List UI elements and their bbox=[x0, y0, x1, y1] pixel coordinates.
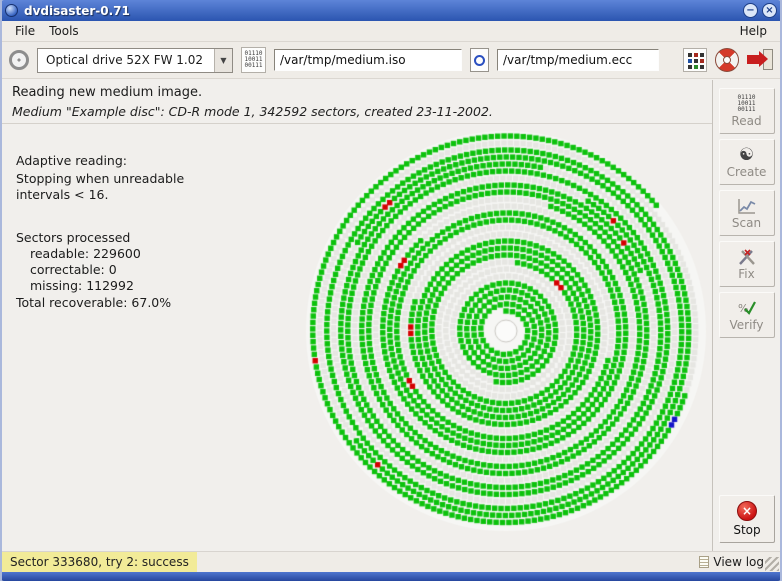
create-label: Create bbox=[726, 164, 767, 179]
ecc-pen-icon bbox=[474, 55, 485, 66]
resize-grip[interactable] bbox=[765, 557, 779, 571]
verify-label: Verify bbox=[729, 317, 764, 332]
scan-button[interactable]: Scan bbox=[718, 190, 775, 236]
minimize-button[interactable]: − bbox=[743, 3, 758, 18]
create-button[interactable]: ☯ Create bbox=[718, 139, 775, 185]
quit-button[interactable] bbox=[747, 48, 773, 72]
medium-info: Medium "Example disc": CD-R mode 1, 3425… bbox=[12, 104, 493, 119]
readable-value: readable: 229600 bbox=[30, 246, 141, 261]
svg-text:%: % bbox=[738, 302, 748, 315]
stop-label: Stop bbox=[733, 523, 761, 537]
image-file-icon: 01110 10011 00111 bbox=[241, 47, 266, 73]
preferences-button[interactable] bbox=[683, 48, 707, 72]
total-recoverable-value: Total recoverable: 67.0% bbox=[16, 295, 172, 310]
adaptive-reading-label: Adaptive reading: bbox=[16, 153, 127, 168]
menu-help[interactable]: Help bbox=[733, 22, 774, 40]
titlebar[interactable]: dvdisaster-0.71 − × bbox=[2, 0, 780, 21]
window-frame-bottom bbox=[2, 572, 780, 581]
image-file-input[interactable] bbox=[274, 49, 462, 71]
stop-button[interactable]: × Stop bbox=[719, 495, 775, 543]
tools-icon bbox=[738, 248, 755, 265]
binary-row: 00111 bbox=[737, 105, 756, 113]
statusbar: Sector 333680, try 2: success View log bbox=[2, 551, 780, 572]
page-title: Reading new medium image. bbox=[12, 85, 203, 100]
menu-file[interactable]: File bbox=[8, 22, 42, 40]
drive-icon bbox=[9, 50, 29, 70]
ecc-file-input[interactable] bbox=[497, 49, 659, 71]
toolbar: Optical drive 52X FW 1.02 ▼ 01110 10011 … bbox=[2, 42, 780, 79]
sectors-processed-label: Sectors processed bbox=[16, 230, 131, 245]
fix-label: Fix bbox=[738, 266, 755, 281]
status-message: Sector 333680, try 2: success bbox=[2, 552, 197, 572]
correctable-value: correctable: 0 bbox=[30, 262, 117, 277]
binary-icon: 01110 10011 00111 bbox=[737, 94, 756, 113]
main-area: Adaptive reading: Stopping when unreadab… bbox=[2, 125, 712, 551]
ecc-file-icon bbox=[470, 48, 489, 72]
window: dvdisaster-0.71 − × File Tools Help Opti… bbox=[0, 0, 782, 581]
read-button[interactable]: 01110 10011 00111 Read bbox=[718, 88, 775, 134]
stop-icon: × bbox=[737, 501, 757, 521]
exit-arrow-icon bbox=[747, 51, 768, 67]
chevron-down-icon[interactable]: ▼ bbox=[214, 48, 232, 72]
scan-label: Scan bbox=[731, 215, 762, 230]
menubar: File Tools Help bbox=[2, 21, 780, 42]
status-header: Reading new medium image. Medium "Exampl… bbox=[2, 80, 712, 124]
help-lifebelt-button[interactable] bbox=[715, 48, 739, 72]
fix-button[interactable]: Fix bbox=[718, 241, 775, 287]
stopping-line2: intervals < 16. bbox=[16, 187, 109, 202]
drive-select[interactable]: Optical drive 52X FW 1.02 ▼ bbox=[37, 47, 233, 73]
stopping-line1: Stopping when unreadable bbox=[16, 171, 185, 186]
window-title: dvdisaster-0.71 bbox=[24, 3, 130, 18]
action-sidebar: 01110 10011 00111 Read ☯ Create Scan Fix… bbox=[712, 80, 780, 551]
close-button[interactable]: × bbox=[762, 3, 777, 18]
verify-button[interactable]: % Verify bbox=[718, 292, 775, 338]
yin-yang-icon: ☯ bbox=[738, 144, 755, 165]
read-label: Read bbox=[731, 113, 762, 128]
lifebelt-icon bbox=[723, 56, 731, 64]
view-log-label: View log bbox=[713, 555, 764, 569]
digits-grid-icon bbox=[688, 53, 692, 57]
verify-check-icon: % bbox=[738, 300, 756, 315]
chart-icon bbox=[737, 198, 755, 214]
app-icon bbox=[5, 4, 18, 17]
missing-value: missing: 112992 bbox=[30, 278, 134, 293]
log-icon bbox=[699, 556, 710, 568]
binary-row: 00111 bbox=[244, 62, 263, 69]
sector-spiral bbox=[300, 125, 712, 537]
menu-tools[interactable]: Tools bbox=[42, 22, 86, 40]
drive-select-value: Optical drive 52X FW 1.02 bbox=[46, 52, 203, 67]
